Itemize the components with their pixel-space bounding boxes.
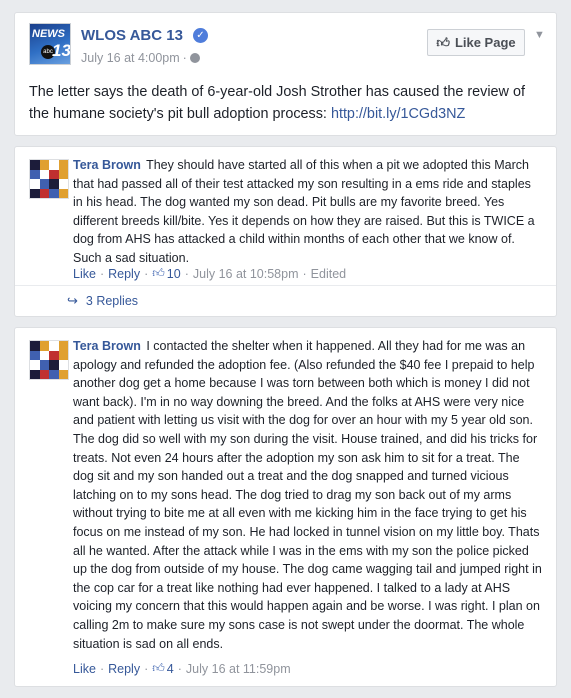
comment-like-button[interactable]: Like (73, 267, 96, 281)
chevron-down-icon[interactable]: ▼ (534, 29, 545, 41)
comment-body: They should have started all of this whe… (73, 158, 535, 265)
like-count-icon: 👍︎ (152, 266, 165, 280)
page-avatar[interactable]: NEWS abc 13 (29, 23, 71, 65)
globe-icon (189, 53, 200, 63)
post-meta: July 16 at 4:00pm · (81, 51, 200, 65)
comment-actions: Like · Reply · 👍︎ 10 · July 16 at 10:58p… (73, 266, 347, 281)
verified-badge-icon: ✓ (193, 28, 208, 43)
avatar-news-text: NEWS (32, 28, 65, 40)
comment-text: Tera Brown I contacted the shelter when … (73, 337, 543, 653)
divider (15, 285, 556, 286)
reply-arrow-icon: ↪ (67, 293, 78, 308)
like-page-button[interactable]: 👍︎ Like Page (427, 29, 525, 56)
avatar-channel-number: 13 (52, 41, 71, 60)
comment-card: Tera Brown They should have started all … (14, 146, 557, 317)
comment-timestamp[interactable]: July 16 at 11:59pm (186, 662, 291, 676)
post-text: The letter says the death of 6-year-old … (29, 81, 539, 125)
commenter-avatar[interactable] (29, 159, 69, 199)
comment-like-count[interactable]: 4 (167, 662, 174, 676)
comment-card: Tera Brown I contacted the shelter when … (14, 327, 557, 687)
page-name[interactable]: WLOS ABC 13 (81, 27, 183, 44)
like-page-label: Like Page (454, 35, 516, 50)
thumbs-up-icon: 👍︎ (436, 34, 450, 50)
commenter-avatar[interactable] (29, 340, 69, 380)
comment-reply-button[interactable]: Reply (108, 662, 140, 676)
comment-author[interactable]: Tera Brown (73, 158, 141, 172)
comment-body: I contacted the shelter when it happened… (73, 339, 542, 651)
post-card: NEWS abc 13 WLOS ABC 13 ✓ July 16 at 4:0… (14, 12, 557, 136)
view-replies-link[interactable]: ↪ 3 Replies (67, 293, 138, 309)
comment-actions: Like · Reply · 👍︎ 4 · July 16 at 11:59pm (73, 661, 291, 676)
comment-reply-button[interactable]: Reply (108, 267, 140, 281)
like-count-icon: 👍︎ (152, 661, 165, 675)
post-date[interactable]: July 16 at 4:00pm (81, 51, 180, 65)
comment-text: Tera Brown They should have started all … (73, 156, 543, 268)
comment-timestamp[interactable]: July 16 at 10:58pm (193, 267, 299, 281)
comment-author[interactable]: Tera Brown (73, 339, 141, 353)
comment-edited[interactable]: Edited (311, 267, 346, 281)
comment-like-count[interactable]: 10 (167, 267, 181, 281)
replies-label: 3 Replies (85, 294, 139, 308)
comment-like-button[interactable]: Like (73, 662, 96, 676)
post-link[interactable]: http://bit.ly/1CGd3NZ (331, 106, 465, 122)
